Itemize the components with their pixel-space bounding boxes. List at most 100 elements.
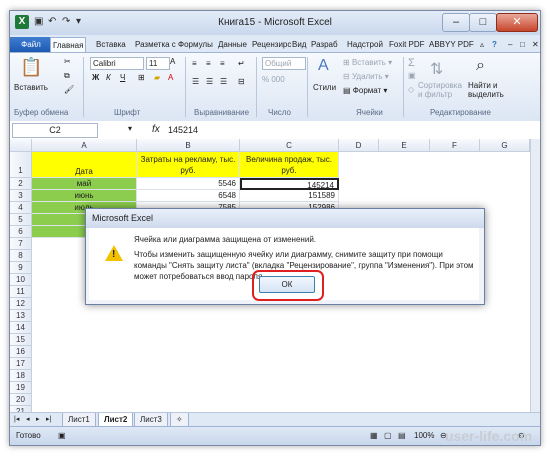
align-top-icon[interactable]: ≡ bbox=[192, 59, 197, 68]
row-header[interactable]: 19 bbox=[10, 382, 32, 394]
view-page-break-icon[interactable]: ▤ bbox=[398, 431, 406, 440]
grow-font-icon[interactable]: A bbox=[170, 57, 175, 66]
autosum-icon[interactable]: Σ bbox=[408, 57, 415, 69]
sort-filter-button[interactable]: Сортировка и фильтр bbox=[418, 81, 468, 99]
tab-page-layout[interactable]: Разметка с bbox=[133, 37, 178, 52]
row-header[interactable]: 14 bbox=[10, 322, 32, 334]
font-color-icon[interactable]: A bbox=[168, 73, 173, 82]
find-select-icon[interactable]: ⌕ bbox=[476, 57, 485, 75]
align-middle-icon[interactable]: ≡ bbox=[206, 59, 211, 68]
help-minimize-ribbon-icon[interactable]: ▵ bbox=[478, 37, 486, 52]
formula-input[interactable]: 145214 bbox=[168, 125, 198, 135]
row-header[interactable]: 16 bbox=[10, 346, 32, 358]
copy-icon[interactable]: ⧉ bbox=[64, 71, 70, 81]
italic-button[interactable]: К bbox=[106, 73, 111, 82]
merge-cells-icon[interactable]: ⊟ bbox=[238, 77, 245, 86]
close-button[interactable]: ✕ bbox=[496, 13, 538, 32]
row-header[interactable]: 2 bbox=[10, 178, 32, 190]
tab-data[interactable]: Данные bbox=[216, 37, 249, 52]
table-cell[interactable]: май bbox=[32, 178, 137, 190]
view-normal-icon[interactable]: ▦ bbox=[370, 431, 378, 440]
ribbon-window-restore-icon[interactable]: □ bbox=[518, 37, 527, 52]
styles-button[interactable]: Стили bbox=[313, 83, 336, 92]
sheet-nav-last-icon[interactable]: ▸| bbox=[46, 415, 51, 423]
table-cell[interactable]: 5546 bbox=[137, 178, 240, 190]
align-center-icon[interactable]: ☰ bbox=[206, 77, 213, 86]
column-header[interactable]: A bbox=[32, 139, 137, 152]
view-page-layout-icon[interactable]: ▢ bbox=[384, 431, 392, 440]
borders-icon[interactable]: ⊞ bbox=[138, 73, 145, 82]
tab-insert[interactable]: Вставка bbox=[94, 37, 128, 52]
align-bottom-icon[interactable]: ≡ bbox=[220, 59, 225, 68]
sheet-tab-active[interactable]: Лист2 bbox=[98, 413, 134, 427]
tab-home[interactable]: Главная bbox=[50, 37, 87, 53]
table-header-cell[interactable]: Величина продаж, тыс. руб. bbox=[240, 152, 339, 178]
row-header[interactable]: 8 bbox=[10, 250, 32, 262]
selected-cell[interactable]: 145214 bbox=[240, 178, 339, 190]
sheet-tab[interactable]: Лист1 bbox=[62, 413, 96, 427]
wrap-text-icon[interactable]: ↵ bbox=[238, 59, 245, 68]
cells-insert-button[interactable]: Вставить bbox=[352, 58, 386, 67]
row-header[interactable]: 7 bbox=[10, 238, 32, 250]
row-header[interactable]: 3 bbox=[10, 190, 32, 202]
table-cell[interactable]: 6548 bbox=[137, 190, 240, 202]
sheet-nav-next-icon[interactable]: ▸ bbox=[36, 415, 40, 423]
sort-filter-icon[interactable]: ⇅ bbox=[430, 59, 443, 79]
row-header[interactable]: 10 bbox=[10, 274, 32, 286]
row-header[interactable]: 4 bbox=[10, 202, 32, 214]
row-header[interactable]: 5 bbox=[10, 214, 32, 226]
zoom-level[interactable]: 100% bbox=[414, 431, 434, 440]
tab-abbyy-pdf[interactable]: ABBYY PDF bbox=[427, 37, 476, 52]
tab-file[interactable]: Файл bbox=[10, 37, 52, 52]
maximize-button[interactable]: □ bbox=[469, 13, 497, 32]
sheet-tab[interactable]: Лист3 bbox=[134, 413, 168, 427]
paste-icon[interactable]: 📋 bbox=[20, 57, 42, 78]
table-cell[interactable]: 151589 bbox=[240, 190, 339, 202]
row-header[interactable]: 1 bbox=[10, 152, 32, 178]
row-header[interactable]: 15 bbox=[10, 334, 32, 346]
styles-icon[interactable]: A bbox=[318, 57, 329, 75]
row-header[interactable]: 13 bbox=[10, 310, 32, 322]
currency-format-icon[interactable]: % 000 bbox=[262, 75, 285, 84]
bold-button[interactable]: Ж bbox=[92, 73, 99, 82]
find-select-button[interactable]: Найти и выделить bbox=[468, 81, 518, 99]
row-header[interactable]: 12 bbox=[10, 298, 32, 310]
table-header-cell[interactable]: Затраты на рекламу, тыс. руб. bbox=[137, 152, 240, 178]
tab-review[interactable]: Рецензирс bbox=[250, 37, 293, 52]
fill-icon[interactable]: ▣ bbox=[408, 71, 416, 80]
ok-button[interactable]: ОК bbox=[259, 276, 315, 293]
tab-addins[interactable]: Надстрой bbox=[345, 37, 385, 52]
cells-format-button[interactable]: Формат bbox=[353, 86, 381, 95]
format-painter-icon[interactable]: 🖌 bbox=[64, 85, 74, 94]
clear-icon[interactable]: ◇ bbox=[408, 85, 414, 94]
tab-developer[interactable]: Разраб bbox=[309, 37, 340, 52]
sheet-nav-prev-icon[interactable]: ◂ bbox=[26, 415, 30, 423]
row-header[interactable]: 18 bbox=[10, 370, 32, 382]
column-header[interactable]: D bbox=[339, 139, 379, 152]
paste-button[interactable]: Вставить bbox=[14, 83, 48, 92]
cells-delete-button[interactable]: Удалить bbox=[352, 72, 383, 81]
column-header[interactable]: F bbox=[430, 139, 480, 152]
tab-view[interactable]: Вид bbox=[290, 37, 308, 52]
insert-function-icon[interactable]: fx bbox=[152, 124, 160, 135]
column-header[interactable]: B bbox=[137, 139, 240, 152]
row-header[interactable]: 11 bbox=[10, 286, 32, 298]
column-header[interactable]: G bbox=[480, 139, 530, 152]
row-header[interactable]: 9 bbox=[10, 262, 32, 274]
new-sheet-icon[interactable]: ✧ bbox=[170, 413, 189, 427]
number-format-select[interactable]: Общий bbox=[262, 57, 306, 70]
tab-foxit-pdf[interactable]: Foxit PDF bbox=[387, 37, 427, 52]
cut-icon[interactable]: ✂ bbox=[64, 57, 71, 66]
tab-formulas[interactable]: Формулы bbox=[176, 37, 215, 52]
table-cell[interactable]: июнь bbox=[32, 190, 137, 202]
align-right-icon[interactable]: ☰ bbox=[220, 77, 227, 86]
name-box[interactable]: C2 bbox=[12, 123, 98, 138]
vertical-scrollbar[interactable] bbox=[530, 139, 540, 412]
align-left-icon[interactable]: ☰ bbox=[192, 77, 199, 86]
row-header[interactable]: 6 bbox=[10, 226, 32, 238]
formula-cancel-icon[interactable]: ▾ bbox=[128, 124, 132, 133]
ribbon-window-minimize-icon[interactable]: – bbox=[506, 37, 514, 52]
underline-button[interactable]: Ч bbox=[120, 73, 125, 82]
ribbon-window-close-icon[interactable]: ✕ bbox=[530, 37, 540, 52]
fill-color-icon[interactable]: ▰ bbox=[154, 73, 160, 82]
